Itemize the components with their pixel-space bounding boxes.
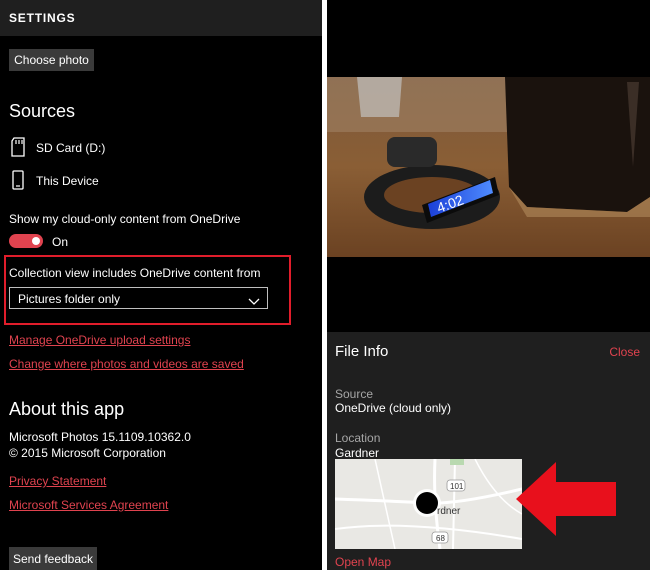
send-feedback-button[interactable]: Send feedback: [9, 547, 97, 570]
open-map-link[interactable]: Open Map: [335, 555, 391, 569]
privacy-statement-link[interactable]: Privacy Statement: [9, 474, 106, 488]
manage-onedrive-link[interactable]: Manage OneDrive upload settings: [9, 333, 190, 347]
photo-image[interactable]: 4:02: [327, 77, 650, 257]
settings-panel: SETTINGS Choose photo Sources SD Card (D…: [0, 0, 322, 570]
location-map[interactable]: 101 68 rdner: [335, 459, 522, 549]
source-label-this-device: This Device: [36, 174, 99, 188]
choose-photo-button[interactable]: Choose photo: [9, 49, 94, 71]
location-label: Location: [335, 431, 381, 445]
chevron-down-icon: [248, 293, 260, 311]
file-info-title: File Info: [335, 343, 389, 360]
collection-dropdown-value: Pictures folder only: [18, 292, 121, 306]
toggle-state-label: On: [52, 235, 69, 249]
cloud-only-label: Show my cloud-only content from OneDrive: [9, 212, 241, 226]
close-button[interactable]: Close: [609, 345, 640, 359]
location-value: Gardner: [335, 446, 380, 460]
settings-title: SETTINGS: [9, 11, 76, 25]
source-item-sd-card[interactable]: SD Card (D:): [9, 137, 259, 159]
cloud-only-toggle[interactable]: [9, 234, 43, 248]
settings-header: SETTINGS: [0, 0, 322, 36]
red-arrow-annotation: [516, 462, 616, 536]
phone-icon: [11, 170, 25, 195]
services-agreement-link[interactable]: Microsoft Services Agreement: [9, 498, 168, 512]
map-road-label-68: 68: [436, 534, 445, 543]
map-place-label: rdner: [437, 506, 461, 517]
photo-viewer-panel: 4:02 File Info Close Source OneDrive (cl…: [327, 0, 650, 570]
map-road-label-101: 101: [450, 482, 464, 491]
change-save-location-link[interactable]: Change where photos and videos are saved: [9, 357, 244, 371]
collection-dropdown[interactable]: Pictures folder only: [9, 287, 268, 309]
source-label-sd-card: SD Card (D:): [36, 141, 106, 155]
source-label: Source: [335, 387, 374, 401]
toggle-knob: [32, 237, 40, 245]
copyright-text: © 2015 Microsoft Corporation: [9, 446, 166, 460]
about-heading: About this app: [9, 399, 125, 419]
source-item-this-device[interactable]: This Device: [9, 170, 259, 192]
app-version: Microsoft Photos 15.1109.10362.0: [9, 430, 191, 444]
sd-card-icon: [11, 137, 25, 162]
collection-label: Collection view includes OneDrive conten…: [9, 266, 261, 280]
source-value: OneDrive (cloud only): [335, 401, 452, 415]
sources-heading: Sources: [9, 101, 76, 121]
